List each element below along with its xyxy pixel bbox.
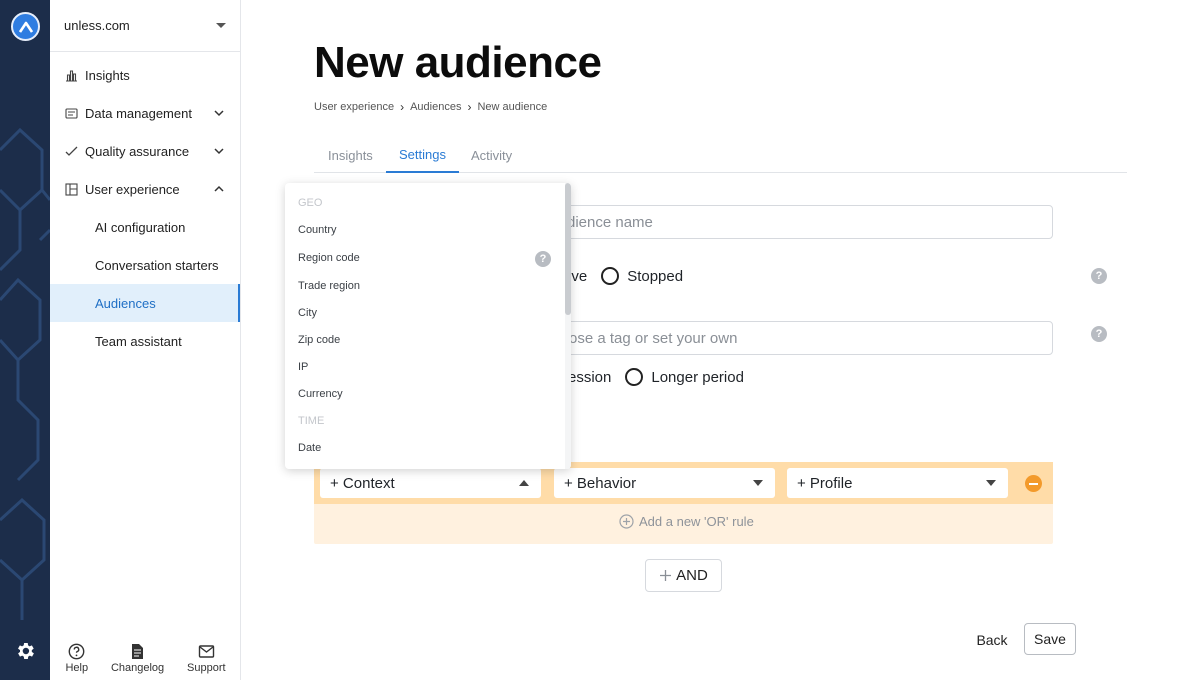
tab-activity[interactable]: Activity [471, 138, 512, 173]
rule-group: + Context + Behavior + Profile Add a new… [314, 462, 1053, 544]
sidebar-item-data-management[interactable]: Data management [50, 94, 240, 132]
sidebar-footer: Help Changelog Support [50, 643, 241, 674]
save-button[interactable]: Save [1024, 623, 1076, 655]
plus-circle-icon [619, 514, 634, 529]
audience-name-placeholder: dience name [567, 213, 653, 231]
remove-rule-icon[interactable] [1025, 475, 1042, 492]
add-and-rule-button[interactable]: AND [645, 559, 722, 592]
support-link[interactable]: Support [187, 643, 226, 674]
page-title: New audience [314, 38, 602, 87]
help-link[interactable]: Help [65, 643, 88, 674]
add-or-rule-label: Add a new 'OR' rule [639, 514, 754, 529]
and-label: AND [676, 567, 708, 584]
sidebar-item-conversation-starters[interactable]: Conversation starters [50, 246, 240, 284]
dropdown-scrollbar-thumb[interactable] [565, 183, 571, 315]
sidebar-item-label: User experience [85, 181, 180, 197]
caret-up-icon [519, 480, 529, 486]
dropdown-option-city[interactable]: City [298, 307, 317, 319]
sidebar-item-label: Data management [85, 105, 192, 121]
logo-icon [18, 21, 33, 33]
status-option-label: Stopped [627, 267, 684, 285]
chevron-down-icon [216, 23, 226, 28]
context-select-label: + Context [330, 474, 395, 492]
breadcrumb-separator-icon: › [400, 100, 405, 114]
duration-longer-period-radio[interactable] [625, 368, 644, 386]
context-dropdown-menu: GEO Country Region code ? Trade region C… [285, 183, 571, 469]
sidebar-item-label: Insights [85, 67, 130, 83]
status-radio-group: ive Stopped [568, 267, 683, 285]
breadcrumb-item[interactable]: User experience [314, 101, 394, 113]
inbox-icon [64, 106, 78, 120]
context-select[interactable]: + Context [320, 468, 541, 498]
sidebar-item-team-assistant[interactable]: Team assistant [50, 322, 240, 360]
sidebar-item-quality-assurance[interactable]: Quality assurance [50, 132, 240, 170]
duration-option-label: ession [568, 368, 612, 386]
dropdown-option-trade-region[interactable]: Trade region [298, 280, 360, 292]
sidebar-item-user-experience[interactable]: User experience [50, 170, 240, 208]
duration-option-label: Longer period [651, 368, 744, 386]
help-icon[interactable]: ? [1091, 268, 1107, 284]
sidebar: unless.com Insights Data management Qual… [50, 0, 241, 680]
behavior-select[interactable]: + Behavior [554, 468, 775, 498]
document-icon [132, 644, 144, 659]
caret-down-icon [753, 480, 763, 486]
help-icon[interactable]: ? [535, 251, 551, 267]
breadcrumb-item: New audience [477, 101, 548, 113]
bar-chart-icon [64, 68, 78, 82]
mail-icon [198, 645, 214, 658]
dropdown-scrollbar[interactable] [565, 183, 571, 469]
status-stopped-radio[interactable] [601, 267, 620, 285]
sidebar-item-ai-configuration[interactable]: AI configuration [50, 208, 240, 246]
help-icon[interactable]: ? [1091, 326, 1107, 342]
duration-radio-group: ession Longer period [568, 368, 744, 386]
sidebar-item-label: Quality assurance [85, 143, 190, 159]
tab-bar: Insights Settings Activity [314, 138, 1127, 173]
rail-pattern [0, 127, 50, 620]
help-label: Help [65, 662, 89, 674]
app-rail [0, 0, 50, 680]
dropdown-option-region-code[interactable]: Region code [298, 252, 360, 264]
layout-icon [64, 182, 78, 196]
dropdown-group-label: GEO [298, 197, 323, 209]
breadcrumb-item[interactable]: Audiences [410, 101, 461, 113]
caret-down-icon [986, 480, 996, 486]
dropdown-option-currency[interactable]: Currency [298, 388, 343, 400]
changelog-link[interactable]: Changelog [111, 643, 164, 674]
dropdown-group-label: TIME [298, 415, 325, 427]
back-button[interactable]: Back [967, 626, 1017, 654]
settings-gear-icon[interactable] [14, 640, 36, 662]
site-name: unless.com [64, 18, 130, 33]
dropdown-option-ip[interactable]: IP [298, 361, 308, 373]
dropdown-option-country[interactable]: Country [298, 224, 337, 236]
sidebar-item-audiences[interactable]: Audiences [50, 284, 240, 322]
dropdown-option-zip-code[interactable]: Zip code [298, 334, 340, 346]
help-circle-icon [68, 643, 85, 660]
changelog-label: Changelog [110, 662, 165, 674]
breadcrumb-separator-icon: › [467, 100, 472, 114]
tab-insights[interactable]: Insights [328, 138, 373, 173]
dropdown-option-date[interactable]: Date [298, 442, 321, 454]
chevron-down-icon [214, 148, 224, 155]
behavior-select-label: + Behavior [564, 474, 637, 492]
chevron-up-icon [214, 185, 224, 192]
tab-settings[interactable]: Settings [386, 138, 459, 173]
add-or-rule-button[interactable]: Add a new 'OR' rule [619, 514, 754, 529]
support-label: Support [187, 662, 226, 674]
site-selector[interactable]: unless.com [50, 0, 240, 52]
tag-placeholder: ose a tag or set your own [569, 329, 738, 347]
sidebar-item-insights[interactable]: Insights [50, 56, 240, 94]
audience-name-input[interactable]: dience name [540, 205, 1053, 239]
breadcrumb: User experience › Audiences › New audien… [314, 100, 547, 114]
app-logo[interactable] [11, 12, 40, 41]
chevron-down-icon [214, 110, 224, 117]
profile-select[interactable]: + Profile [787, 468, 1008, 498]
check-icon [64, 144, 78, 158]
tag-input[interactable]: ose a tag or set your own [540, 321, 1053, 355]
profile-select-label: + Profile [797, 474, 853, 492]
plus-icon [660, 570, 672, 581]
